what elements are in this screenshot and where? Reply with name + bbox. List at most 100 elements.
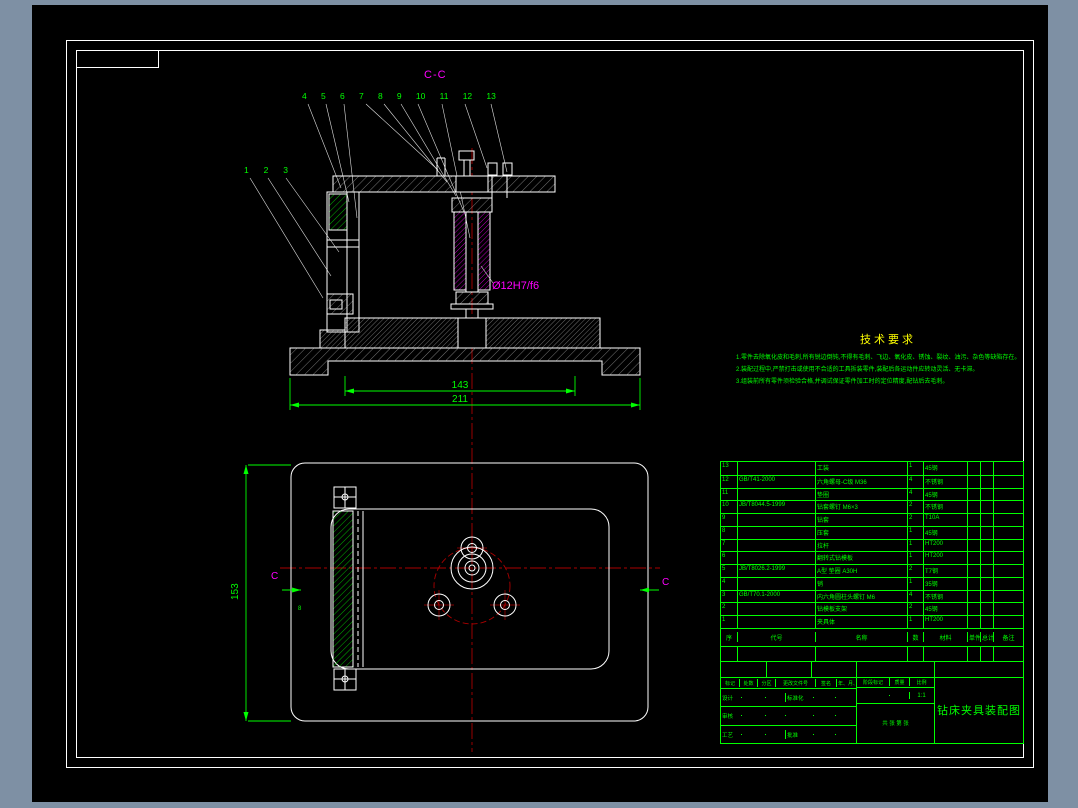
bom-cell-weight-total bbox=[980, 462, 993, 475]
titleblock-stage-values: 1:1 bbox=[857, 688, 934, 704]
bom-cell-weight-total bbox=[980, 514, 993, 526]
titleblock-cell: 工艺 bbox=[722, 732, 734, 739]
bom-cell-material: 不锈钢 bbox=[923, 590, 967, 603]
bom-cell-name: 压套 bbox=[815, 526, 907, 539]
titleblock-cell: 处数 bbox=[739, 678, 757, 687]
bom-cell-qty: 4 bbox=[907, 475, 923, 488]
bom-cell-name: 工装 bbox=[815, 462, 907, 475]
bom-cell-note bbox=[993, 475, 1023, 488]
bom-cell-material: 45钢 bbox=[923, 488, 967, 501]
bom-cell-qty: 1 bbox=[907, 462, 923, 475]
bom-cell-weight-total bbox=[980, 488, 993, 501]
title-block-name-area: 钻床夹具装配图 bbox=[935, 662, 1023, 743]
bom-cell-weight-total bbox=[980, 616, 993, 628]
bom-empty-cell bbox=[815, 646, 907, 661]
bom-cell-name: 钻套 bbox=[815, 514, 907, 526]
callout-number: 8 bbox=[377, 91, 383, 101]
fit-dimension-label: Ø12H7/f6 bbox=[492, 280, 540, 292]
callout-number: 12 bbox=[462, 91, 473, 101]
titleblock-cell bbox=[721, 662, 766, 677]
bom-cell-material: 45钢 bbox=[923, 526, 967, 539]
bom-cell-name: 拉杆 bbox=[815, 539, 907, 552]
titleblock-sign-row: 审核 bbox=[721, 707, 856, 726]
bom-cell-weight-total bbox=[980, 565, 993, 577]
titleblock-cell bbox=[813, 715, 835, 717]
bom-header-cell: 单件 bbox=[967, 632, 980, 643]
bom-table: 13 工装 1 45钢 12 GB/T41-2000 六角螺母-C级 M36 4… bbox=[720, 461, 1024, 744]
bom-cell-no: 12 bbox=[722, 476, 729, 483]
titleblock-cell bbox=[765, 697, 785, 699]
titleblock-cell bbox=[813, 697, 835, 699]
tech-requirement-item: 2.装配过程中,严禁打击或使用不合适的工具拆装零件,装配后各运动件应转动灵活、无… bbox=[736, 367, 979, 373]
callout-number: 6 bbox=[339, 91, 345, 101]
titleblock-cell: 审核 bbox=[722, 714, 734, 721]
bom-header-cell: 数 bbox=[907, 632, 923, 643]
drawing-title: 钻床夹具装配图 bbox=[937, 705, 1021, 718]
bom-header-cell: 备注 bbox=[993, 632, 1023, 643]
bom-cell-no: 3 bbox=[722, 591, 726, 598]
callouts-left: 1 2 3 bbox=[244, 165, 288, 175]
bom-cell-weight-total bbox=[980, 526, 993, 539]
bom-empty-cell bbox=[923, 646, 967, 661]
section-label: C-C bbox=[424, 69, 447, 81]
bom-cell-material: HT200 bbox=[923, 616, 967, 628]
section-mark-right: C bbox=[662, 577, 670, 588]
bom-cell-note bbox=[993, 552, 1023, 565]
bom-cell-no: 7 bbox=[722, 540, 726, 547]
bom-list: 13 工装 1 45钢 12 GB/T41-2000 六角螺母-C级 M36 4… bbox=[720, 461, 1024, 629]
bom-header-cell: 名称 bbox=[815, 632, 907, 643]
bom-cell-qty: 1 bbox=[907, 539, 923, 552]
bom-header: 序代号 名称数材料 单件 总计 备注 bbox=[720, 627, 1024, 647]
bom-cell-qty: 4 bbox=[907, 590, 923, 603]
bom-cell-material: 35钢 bbox=[923, 577, 967, 590]
bom-cell-code bbox=[737, 526, 815, 539]
titleblock-cell: 标记 bbox=[724, 680, 735, 687]
bom-cell-name: 翻转式钻模板 bbox=[815, 552, 907, 565]
bom-cell-weight-unit bbox=[967, 565, 980, 577]
title-block-stage-area: 阶段标记 质量 比例 1:1 共 张 第 张 bbox=[857, 661, 935, 743]
bom-cell-weight-unit bbox=[967, 539, 980, 552]
bom-header-cell: 代号 bbox=[737, 632, 815, 643]
titleblock-cell bbox=[813, 733, 835, 735]
bom-row: 13 工装 1 45钢 bbox=[721, 462, 1023, 475]
bom-cell-code bbox=[737, 577, 815, 590]
bom-header-cell: 序 bbox=[725, 636, 732, 643]
titleblock-cell bbox=[741, 733, 765, 735]
callout-number: 9 bbox=[396, 91, 402, 101]
bom-cell-note bbox=[993, 539, 1023, 552]
callouts-top: 4 5 6 7 8 9 10 11 12 13 bbox=[302, 91, 496, 101]
bom-cell-no: 2 bbox=[722, 604, 726, 611]
titleblock-cell bbox=[766, 661, 811, 677]
bom-cell-name: 销 bbox=[815, 577, 907, 590]
tech-requirement-item: 1.零件去除氧化皮和毛刺,所有锐边倒钝,不得有毛刺、飞边、氧化皮、锈蚀、裂纹、油… bbox=[736, 355, 1020, 361]
bom-cell-qty: 4 bbox=[907, 488, 923, 501]
sheet-count-label: 共 张 第 张 bbox=[882, 721, 909, 728]
bom-cell-no: 10 bbox=[722, 502, 729, 509]
titleblock-sign-row: 工艺 批准 bbox=[721, 726, 856, 743]
mass-label: 质量 bbox=[889, 678, 909, 687]
titleblock-cell bbox=[741, 697, 765, 699]
bom-cell-no: 11 bbox=[722, 489, 729, 496]
bom-cell-code: JB/T8044.5-1999 bbox=[737, 501, 815, 514]
bom-cell-weight-unit bbox=[967, 501, 980, 514]
bom-header-cell: 材料 bbox=[923, 632, 967, 643]
titleblock-cell: 设计 bbox=[722, 696, 734, 703]
callout-number: 1 bbox=[244, 165, 249, 175]
callout-number: 3 bbox=[283, 165, 288, 175]
bom-cell-weight-total bbox=[980, 475, 993, 488]
titleblock-cell bbox=[835, 715, 855, 717]
bom-row: 2 钻模板支架 2 45钢 bbox=[721, 602, 1023, 616]
titleblock-cell: 分区 bbox=[757, 678, 775, 687]
scale-label: 比例 bbox=[909, 678, 933, 687]
bom-cell-no: 13 bbox=[722, 463, 729, 469]
bom-cell-note bbox=[993, 501, 1023, 514]
bom-cell-code bbox=[737, 488, 815, 501]
titleblock-cell: 标准化 bbox=[785, 693, 813, 703]
bom-cell-note bbox=[993, 526, 1023, 539]
callout-number: 2 bbox=[263, 165, 269, 175]
stage-label: 阶段标记 bbox=[862, 680, 883, 687]
titleblock-cell: 批准 bbox=[785, 729, 813, 739]
titleblock-cell bbox=[935, 662, 1023, 678]
bom-cell-material: HT200 bbox=[923, 539, 967, 552]
bom-cell-material: T10A bbox=[923, 514, 967, 526]
